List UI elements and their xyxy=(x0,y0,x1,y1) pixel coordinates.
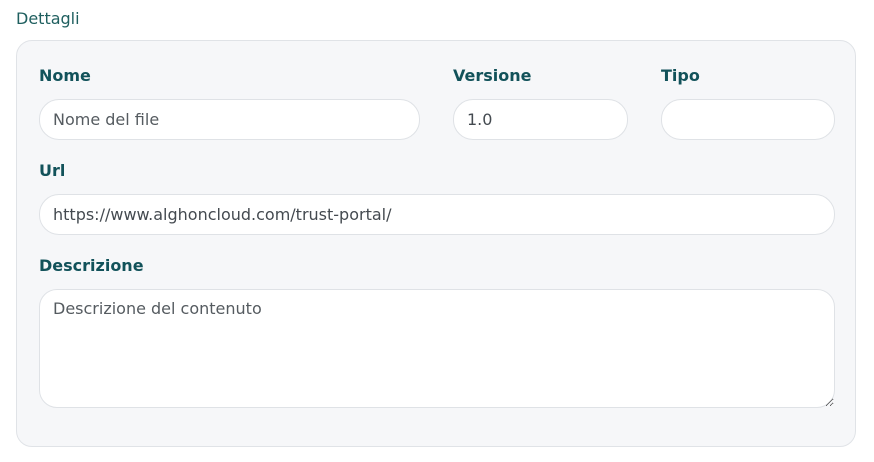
descrizione-label: Descrizione xyxy=(39,256,144,275)
url-label: Url xyxy=(39,161,66,180)
tipo-input[interactable] xyxy=(661,99,835,140)
nome-input[interactable] xyxy=(39,99,420,140)
details-card: Nome Versione Tipo Url Descrizione xyxy=(16,40,856,447)
tipo-label: Tipo xyxy=(661,66,700,85)
versione-label: Versione xyxy=(453,66,532,85)
url-input[interactable] xyxy=(39,194,835,235)
section-title: Dettagli xyxy=(16,9,80,28)
nome-label: Nome xyxy=(39,66,91,85)
descrizione-textarea[interactable] xyxy=(39,289,835,408)
versione-input[interactable] xyxy=(453,99,628,140)
